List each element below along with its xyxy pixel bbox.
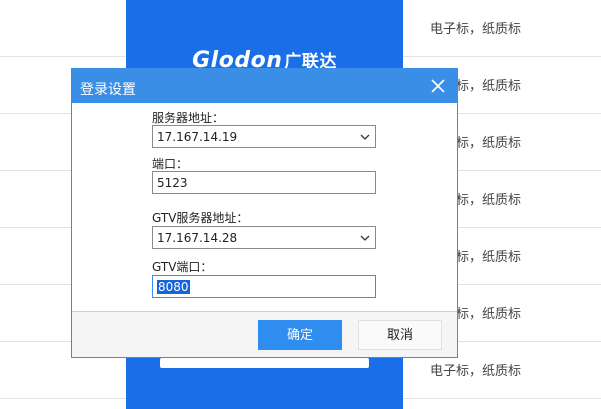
- server-address-value: 17.167.14.19: [157, 130, 238, 144]
- dialog-titlebar: 登录设置: [72, 69, 457, 103]
- list-item-text: 电子标，纸质标: [430, 364, 522, 379]
- chevron-down-icon: [360, 235, 370, 241]
- gtv-server-address-select[interactable]: 17.167.14.28: [152, 226, 376, 249]
- gtv-port-label: GTV端口：: [152, 260, 213, 274]
- chevron-down-icon: [360, 134, 370, 140]
- dialog-title: 登录设置: [80, 82, 136, 98]
- port-input[interactable]: 5123: [152, 171, 376, 194]
- port-value: 5123: [157, 176, 188, 190]
- list-item-text: 电子标，纸质标: [430, 22, 522, 37]
- gtv-server-address-value: 17.167.14.28: [157, 231, 238, 245]
- port-label: 端口：: [152, 157, 189, 171]
- server-address-label: 服务器地址：: [152, 111, 225, 125]
- gtv-server-address-label: GTV服务器地址：: [152, 211, 249, 225]
- server-address-select[interactable]: 17.167.14.19: [152, 125, 376, 148]
- ok-button[interactable]: 确定: [258, 320, 342, 350]
- gtv-port-value: 8080: [157, 280, 190, 294]
- gtv-port-input[interactable]: 8080: [152, 275, 376, 298]
- panel-input-strip: [160, 358, 369, 368]
- cancel-button[interactable]: 取消: [358, 320, 442, 350]
- close-icon: [431, 79, 445, 93]
- login-settings-dialog: 登录设置 服务器地址： 17.167.14.19 端口： 5123 GTV服务器…: [71, 68, 458, 358]
- gtv-port-value-wrap: 8080: [157, 280, 190, 294]
- dialog-footer: 确定 取消: [72, 312, 457, 357]
- close-button[interactable]: [427, 75, 449, 97]
